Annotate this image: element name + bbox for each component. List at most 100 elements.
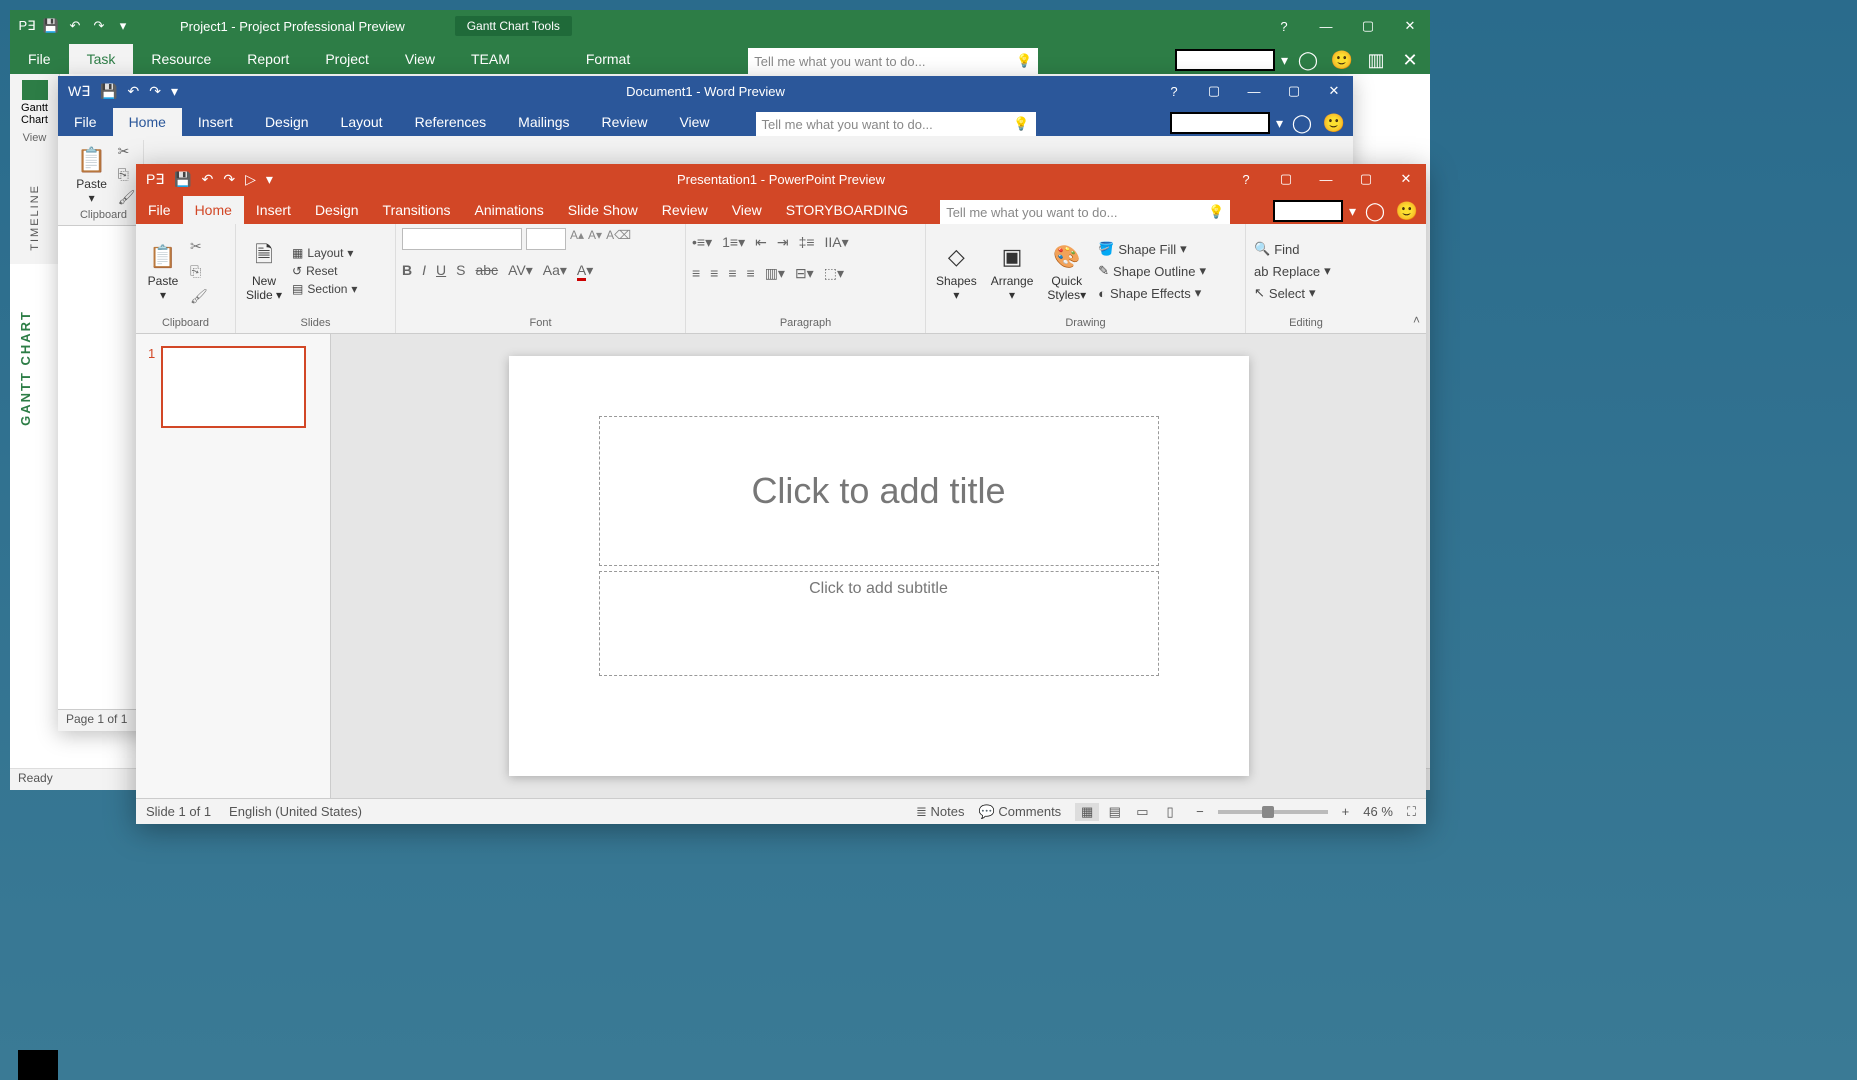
character-spacing-icon[interactable]: AV▾ [508, 262, 533, 279]
tab-task[interactable]: Task [69, 44, 134, 74]
fit-to-window-icon[interactable]: ⛶ [1407, 804, 1416, 820]
zoom-in-icon[interactable]: + [1342, 804, 1350, 819]
tab-file[interactable]: File [136, 196, 183, 224]
slide-thumbnail-pane[interactable]: 1 [136, 334, 331, 798]
align-right-icon[interactable]: ≡ [728, 265, 736, 282]
word-tellme-input[interactable]: Tell me what you want to do... 💡 [756, 112, 1036, 136]
smartart-icon[interactable]: ⬚▾ [824, 265, 844, 282]
ribbon-options-icon[interactable]: ▢ [1266, 164, 1306, 194]
slide-sorter-icon[interactable]: ▤ [1103, 803, 1127, 821]
help-icon[interactable]: ? [1264, 10, 1304, 42]
close-icon[interactable]: ✕ [1386, 164, 1426, 194]
chevron-down-icon[interactable]: ▾ [1349, 203, 1356, 220]
italic-icon[interactable]: I [422, 262, 426, 279]
chevron-down-icon[interactable]: ▾ [89, 191, 95, 205]
page-indicator[interactable]: Page 1 of 1 [66, 712, 127, 726]
align-left-icon[interactable]: ≡ [692, 265, 700, 282]
chevron-down-icon[interactable]: ▾ [1276, 115, 1283, 132]
slide-thumbnail[interactable] [161, 346, 306, 428]
cortana-icon[interactable]: ◯ [1362, 198, 1388, 224]
tab-references[interactable]: References [399, 108, 503, 136]
slide-indicator[interactable]: Slide 1 of 1 [146, 804, 211, 819]
slide[interactable]: Click to add title Click to add subtitle [509, 356, 1249, 776]
chevron-down-icon[interactable]: ▾ [160, 288, 166, 302]
tab-team[interactable]: TEAM [453, 44, 528, 74]
paste-button[interactable]: 📋 Paste ▾ [142, 238, 184, 304]
zoom-level[interactable]: 46 % [1363, 804, 1393, 819]
shape-fill-button[interactable]: 🪣Shape Fill▾ [1098, 241, 1206, 257]
cut-icon[interactable]: ✂ [118, 143, 136, 160]
tab-home[interactable]: Home [113, 108, 182, 136]
smiley-icon[interactable]: 🙂 [1328, 46, 1356, 74]
format-painter-icon[interactable]: 🖌 [190, 288, 208, 305]
text-direction-icon[interactable]: IIA▾ [825, 234, 849, 251]
minimize-icon[interactable]: — [1306, 164, 1346, 194]
save-icon[interactable]: 💾 [42, 17, 60, 35]
slide-canvas-area[interactable]: Click to add title Click to add subtitle [331, 334, 1426, 798]
subtitle-placeholder[interactable]: Click to add subtitle [599, 571, 1159, 676]
save-icon[interactable]: 💾 [100, 83, 117, 100]
format-painter-icon[interactable]: 🖌 [118, 189, 136, 206]
qat-more-icon[interactable]: ▾ [114, 17, 132, 35]
cut-icon[interactable]: ✂ [190, 238, 208, 255]
undo-icon[interactable]: ↶ [128, 83, 140, 100]
replace-button[interactable]: abReplace ▾ [1254, 263, 1331, 279]
shadow-icon[interactable]: S [456, 262, 465, 279]
reading-view-icon[interactable]: ▭ [1130, 803, 1154, 821]
ribbon-options-icon[interactable]: ▢ [1195, 76, 1233, 106]
decrease-font-icon[interactable]: A▾ [588, 228, 602, 250]
help-icon[interactable]: ? [1226, 164, 1266, 194]
word-user-box[interactable] [1170, 112, 1270, 134]
tab-report[interactable]: Report [229, 44, 307, 74]
close-icon[interactable]: ✕ [1390, 10, 1430, 42]
decrease-indent-icon[interactable]: ⇤ [755, 234, 767, 251]
layout-button[interactable]: ▦ Layout ▾ [292, 246, 357, 260]
tab-animations[interactable]: Animations [462, 196, 555, 224]
tab-mailings[interactable]: Mailings [502, 108, 585, 136]
select-button[interactable]: ↖Select ▾ [1254, 285, 1331, 301]
undo-icon[interactable]: ↶ [66, 17, 84, 35]
window-controls-icon[interactable]: ▥ [1362, 46, 1390, 74]
strikethrough-icon[interactable]: abc [475, 262, 498, 279]
tab-layout[interactable]: Layout [325, 108, 399, 136]
smiley-icon[interactable]: 🙂 [1321, 110, 1347, 136]
redo-icon[interactable]: ↷ [90, 17, 108, 35]
shape-outline-button[interactable]: ✎Shape Outline▾ [1098, 263, 1206, 279]
normal-view-icon[interactable]: ▦ [1075, 803, 1099, 821]
pp-user-box[interactable] [1273, 200, 1343, 222]
bullets-icon[interactable]: •≡▾ [692, 234, 712, 251]
font-family-input[interactable] [402, 228, 522, 250]
project-tellme-input[interactable]: Tell me what you want to do... 💡 [748, 48, 1038, 74]
tab-review[interactable]: Review [586, 108, 664, 136]
tab-format[interactable]: Format [568, 44, 648, 74]
font-color-icon[interactable]: A▾ [577, 262, 593, 279]
start-from-beginning-icon[interactable]: ▷ [245, 171, 256, 188]
bold-icon[interactable]: B [402, 262, 412, 279]
zoom-out-icon[interactable]: − [1196, 804, 1204, 819]
tab-design[interactable]: Design [249, 108, 325, 136]
zoom-slider[interactable] [1218, 810, 1328, 814]
columns-icon[interactable]: ▥▾ [765, 265, 785, 282]
justify-icon[interactable]: ≡ [747, 265, 755, 282]
maximize-icon[interactable]: ▢ [1348, 10, 1388, 42]
language-indicator[interactable]: English (United States) [229, 804, 362, 819]
copy-icon[interactable]: ⎘ [190, 263, 208, 280]
tab-view[interactable]: View [663, 108, 725, 136]
new-slide-button[interactable]: 🗎 New Slide ▾ [242, 238, 286, 304]
tab-project[interactable]: Project [307, 44, 387, 74]
minimize-icon[interactable]: — [1235, 76, 1273, 106]
notes-button[interactable]: ≣ Notes [916, 804, 964, 820]
find-button[interactable]: 🔍Find [1254, 241, 1331, 257]
thumbnail-row[interactable]: 1 [148, 346, 318, 428]
slideshow-view-icon[interactable]: ▯ [1158, 803, 1182, 821]
project-context-tab[interactable]: Gantt Chart Tools [455, 16, 572, 36]
increase-indent-icon[interactable]: ⇥ [777, 234, 789, 251]
chevron-down-icon[interactable]: ▾ [1281, 52, 1288, 69]
tab-insert[interactable]: Insert [244, 196, 303, 224]
paste-button[interactable]: 📋 Paste ▾ [72, 143, 112, 207]
title-placeholder[interactable]: Click to add title [599, 416, 1159, 566]
pp-tellme-input[interactable]: Tell me what you want to do... 💡 [940, 200, 1230, 224]
tab-transitions[interactable]: Transitions [371, 196, 463, 224]
reset-button[interactable]: ↺ Reset [292, 264, 357, 278]
tab-insert[interactable]: Insert [182, 108, 249, 136]
